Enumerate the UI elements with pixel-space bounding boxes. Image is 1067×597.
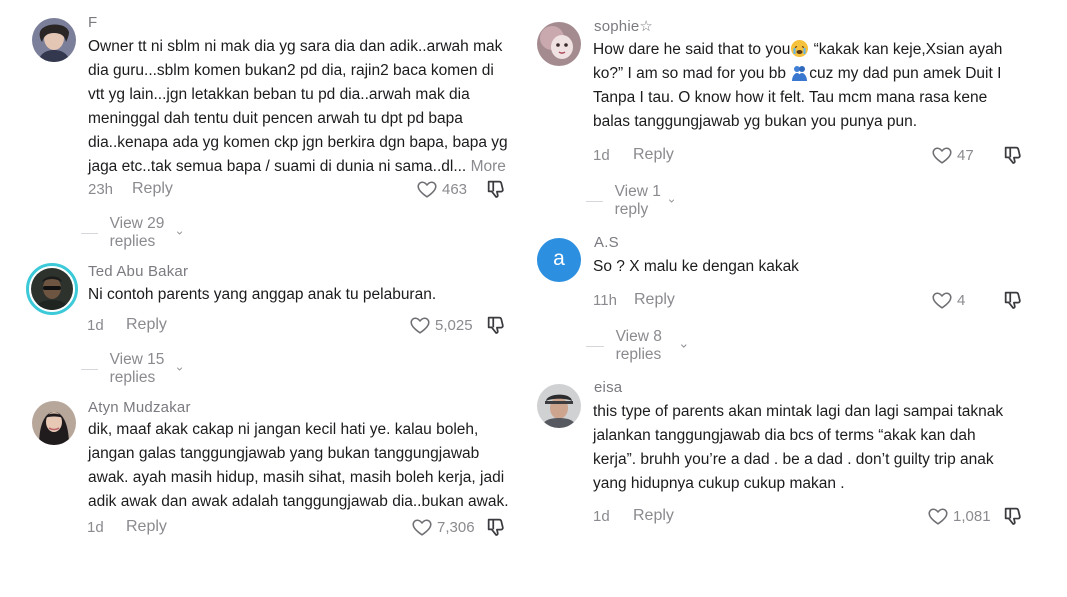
comment-text: this type of parents akan mintak lagi da… [593, 403, 1004, 492]
avatar[interactable] [537, 22, 581, 66]
like-button[interactable]: 1,081 [927, 505, 991, 527]
more-link[interactable]: More [471, 158, 506, 175]
view-replies-button[interactable]: View 15 replies [81, 351, 183, 387]
like-count: 463 [442, 180, 468, 198]
like-count: 5,025 [435, 316, 473, 334]
avatar[interactable]: a [537, 238, 581, 282]
like-button[interactable]: 463 [416, 178, 467, 200]
avatar[interactable] [537, 384, 581, 428]
chevron-down-icon [176, 227, 183, 239]
divider [81, 232, 98, 234]
divider [586, 345, 604, 347]
reply-button[interactable]: Reply [132, 180, 173, 198]
divider [586, 200, 603, 202]
reply-button[interactable]: Reply [634, 291, 675, 309]
like-count: 1,081 [953, 507, 991, 525]
username[interactable]: Ted Abu Bakar [88, 263, 188, 280]
like-button[interactable]: 4 [931, 289, 965, 311]
dislike-icon[interactable] [1002, 505, 1024, 527]
username[interactable]: sophie☆ [594, 17, 653, 35]
comment-text: dik, maaf akak cakap ni jangan kecil hat… [88, 421, 509, 510]
dislike-icon[interactable] [485, 516, 507, 538]
heart-icon [416, 178, 438, 200]
timestamp: 1d [593, 508, 610, 525]
avatar[interactable] [31, 268, 73, 310]
timestamp: 1d [593, 147, 610, 164]
heart-icon [927, 505, 949, 527]
view-replies-button[interactable]: View 1 reply [586, 183, 676, 219]
username[interactable]: A.S [594, 234, 619, 251]
avatar[interactable] [32, 401, 76, 445]
chevron-down-icon [176, 363, 183, 375]
reply-button[interactable]: Reply [633, 146, 674, 164]
comment-text: So ? X malu ke dengan kakak [593, 258, 799, 275]
comment-text: How dare he said that to you “kakak kan … [593, 40, 1003, 130]
dislike-icon[interactable] [485, 178, 507, 200]
reply-button[interactable]: Reply [126, 518, 167, 536]
chevron-down-icon [668, 195, 675, 207]
username[interactable]: Atyn Mudzakar [88, 399, 191, 416]
crying-face-emoji [791, 40, 809, 57]
like-button[interactable]: 7,306 [411, 516, 475, 538]
like-button[interactable]: 47 [931, 144, 974, 166]
dislike-icon[interactable] [485, 314, 507, 336]
username[interactable]: eisa [594, 379, 622, 396]
like-count: 7,306 [437, 518, 475, 536]
like-count: 4 [957, 291, 966, 309]
timestamp: 1d [87, 519, 104, 536]
heart-icon [409, 314, 431, 336]
timestamp: 23h [88, 181, 114, 198]
reply-button[interactable]: Reply [126, 316, 167, 334]
people-hugging-emoji [791, 64, 808, 81]
heart-icon [931, 144, 953, 166]
like-count: 47 [957, 146, 974, 164]
avatar-initial: a [553, 246, 565, 270]
view-replies-button[interactable]: View 8 replies [586, 328, 688, 364]
chevron-down-icon [680, 340, 688, 352]
avatar[interactable] [32, 18, 76, 62]
like-button[interactable]: 5,025 [409, 314, 473, 336]
heart-icon [931, 289, 953, 311]
heart-icon [411, 516, 433, 538]
view-replies-button[interactable]: View 29 replies [81, 215, 183, 251]
dislike-icon[interactable] [1002, 289, 1024, 311]
divider [81, 368, 98, 370]
comment-text: Ni contoh parents yang anggap anak tu pe… [88, 286, 437, 303]
comment-text: Owner tt ni sblm ni mak dia yg sara dia … [88, 38, 508, 175]
dislike-icon[interactable] [1002, 144, 1024, 166]
timestamp: 11h [593, 292, 617, 309]
reply-button[interactable]: Reply [633, 507, 674, 525]
username[interactable]: F [88, 14, 97, 31]
timestamp: 1d [87, 317, 104, 334]
